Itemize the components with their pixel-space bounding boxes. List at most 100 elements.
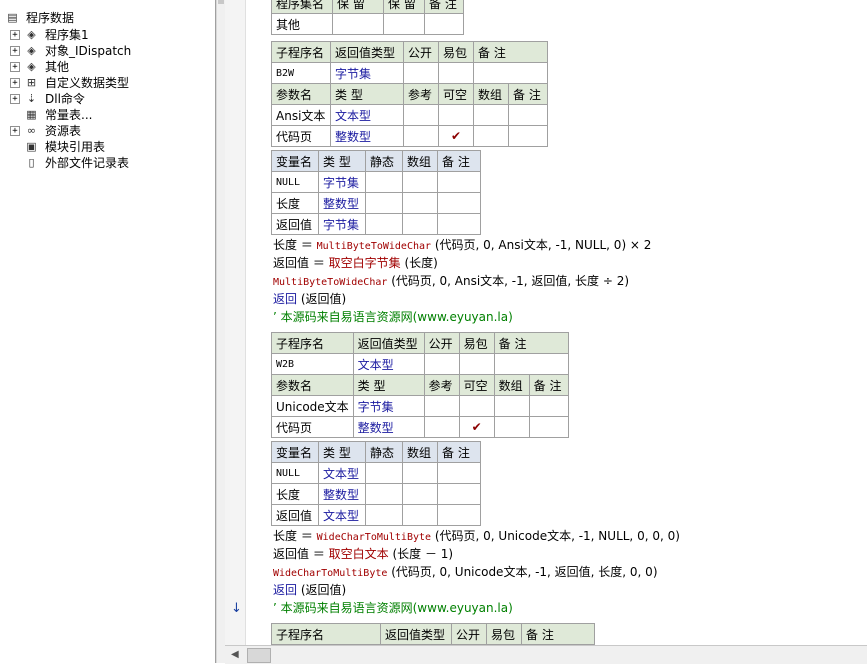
table-cell[interactable] [402,171,438,193]
param-name[interactable]: Ansi文本 [271,104,331,126]
param-name[interactable]: 代码页 [271,416,354,438]
param-type[interactable]: 字节集 [352,395,425,417]
header-cell: 公开 [403,41,439,63]
table-cell[interactable] [528,395,569,417]
table-cell[interactable] [437,504,481,526]
subroutine-name[interactable]: W2B [271,353,354,375]
header-cell: 参考 [403,83,439,105]
tree-scrollbar[interactable] [216,0,225,663]
table-cell[interactable] [402,462,438,484]
table-cell[interactable] [403,125,439,147]
var-name[interactable]: NULL [271,171,319,193]
table-cell[interactable] [437,213,481,235]
table-cell[interactable]: 其他 [271,13,333,35]
table-cell[interactable] [403,104,439,126]
code-line[interactable]: 长度 ＝ WideCharToMultiByte (代码页, 0, Unicod… [273,527,680,545]
code-line[interactable]: WideCharToMultiByte (代码页, 0, Unicode文本, … [273,563,658,581]
table-cell[interactable] [402,504,438,526]
param-type[interactable]: 文本型 [330,104,404,126]
var-type[interactable]: 文本型 [318,504,366,526]
scroll-thumb[interactable] [218,0,224,4]
table-cell[interactable] [528,416,569,438]
param-name[interactable]: 代码页 [271,125,331,147]
table-cell[interactable] [508,125,548,147]
table-cell[interactable] [437,171,481,193]
code-line[interactable]: 长度 ＝ MultiByteToWideChar (代码页, 0, Ansi文本… [273,236,651,254]
var-type[interactable]: 字节集 [318,213,366,235]
table-cell[interactable] [423,416,460,438]
expand-icon[interactable]: + [10,30,20,40]
scroll-left-icon[interactable]: ◀ [231,649,239,660]
table-cell[interactable] [402,483,438,505]
comment-line[interactable]: ’ 本源码来自易语言资源网(www.eyuyan.la) [273,599,513,617]
horizontal-scrollbar[interactable]: ◀ [225,645,867,664]
header-cell: 静态 [365,441,403,463]
table-cell[interactable] [438,62,474,84]
var-name[interactable]: NULL [271,462,319,484]
table-cell[interactable] [493,353,569,375]
code-line[interactable]: 返回 (返回值) [273,581,346,599]
expand-icon[interactable]: + [10,78,20,88]
table-cell[interactable] [423,395,460,417]
table-cell[interactable] [473,62,548,84]
nullable-check-icon[interactable]: ✔ [458,416,495,438]
param-type[interactable]: 整数型 [330,125,404,147]
var-type[interactable]: 整数型 [318,192,366,214]
tree-item-label: 程序集1 [45,28,89,42]
table-cell[interactable] [493,395,530,417]
code-line[interactable]: 返回 (返回值) [273,290,346,308]
table-cell[interactable] [365,462,403,484]
table-cell[interactable] [438,104,474,126]
var-name[interactable]: 长度 [271,192,319,214]
subroutine-name[interactable]: B2W [271,62,331,84]
table-cell[interactable] [402,213,438,235]
code-text: (返回值) [297,292,347,306]
table-cell[interactable] [437,462,481,484]
program-data-tree[interactable]: ▤ 程序数据 + ◈ 程序集1 + ◈ 对象_IDispatch + ◈ 其他 … [0,0,216,663]
var-name[interactable]: 长度 [271,483,319,505]
keyword: 返回 [273,292,298,306]
header-cell: 数组 [493,374,530,396]
return-type[interactable]: 文本型 [352,353,425,375]
table-cell[interactable] [473,125,509,147]
tree-item-label: 常量表... [45,108,93,122]
var-name[interactable]: 返回值 [271,213,319,235]
expand-icon[interactable]: + [10,46,20,56]
table-cell[interactable] [437,483,481,505]
code-line[interactable]: MultiByteToWideChar (代码页, 0, Ansi文本, -1,… [273,272,629,290]
table-cell[interactable] [365,192,403,214]
table-cell[interactable] [508,104,548,126]
expand-icon[interactable]: + [10,62,20,72]
table-cell[interactable] [403,62,439,84]
table-cell[interactable] [458,353,495,375]
table-cell[interactable] [365,171,403,193]
table-cell[interactable] [437,192,481,214]
var-type[interactable]: 整数型 [318,483,366,505]
table-cell[interactable] [365,504,403,526]
table-cell[interactable] [493,416,530,438]
header-cell: 易包 [438,41,474,63]
comment-line[interactable]: ’ 本源码来自易语言资源网(www.eyuyan.la) [273,308,513,326]
table-cell[interactable] [458,395,495,417]
var-type[interactable]: 字节集 [318,171,366,193]
expand-icon[interactable]: + [10,94,20,104]
table-cell[interactable] [402,192,438,214]
code-editor[interactable]: 程序集名 保 留 保 留 备 注 其他 子程序名 返回值类型 公开 易包 备 注… [246,0,867,645]
code-line[interactable]: 返回值 ＝ 取空白文本 (长度 － 1) [273,545,453,563]
expand-icon[interactable]: + [10,126,20,136]
var-name[interactable]: 返回值 [271,504,319,526]
table-cell[interactable] [473,104,509,126]
table-cell[interactable] [365,213,403,235]
param-type[interactable]: 整数型 [352,416,425,438]
var-type[interactable]: 文本型 [318,462,366,484]
table-cell[interactable] [424,13,464,35]
param-name[interactable]: Unicode文本 [271,395,354,417]
nullable-check-icon[interactable]: ✔ [438,125,474,147]
table-cell[interactable] [423,353,460,375]
table-cell[interactable] [332,13,384,35]
table-cell[interactable] [383,13,425,35]
table-cell[interactable] [365,483,403,505]
code-line[interactable]: 返回值 ＝ 取空白字节集 (长度) [273,254,438,272]
scroll-thumb[interactable] [247,648,271,663]
return-type[interactable]: 字节集 [330,62,404,84]
